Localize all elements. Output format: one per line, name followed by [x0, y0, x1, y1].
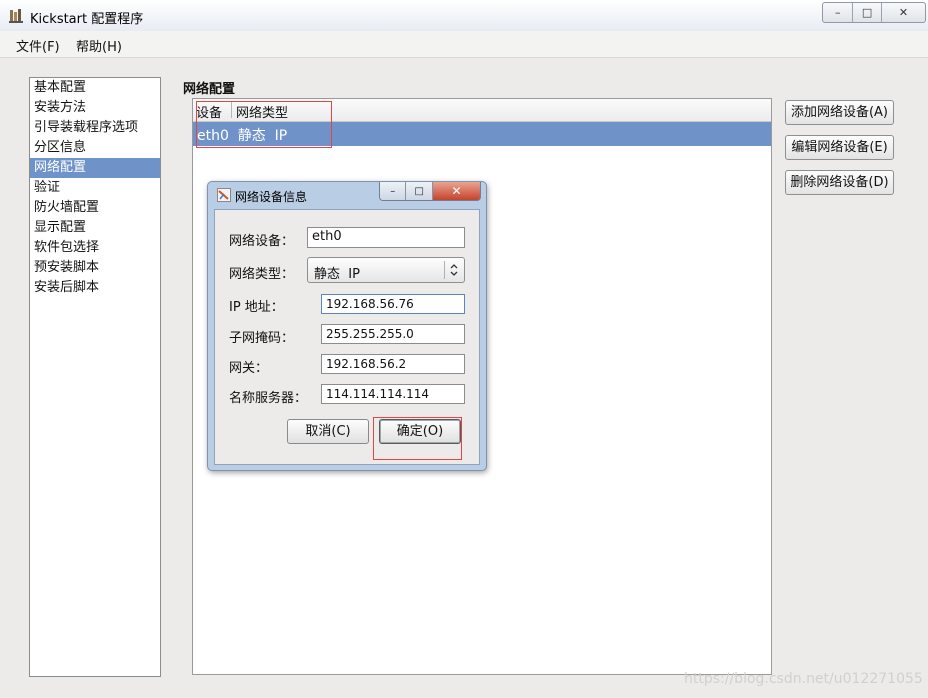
device-field[interactable]: eth0 [307, 227, 465, 248]
nameserver-label: 名称服务器： [229, 391, 308, 406]
sidebar-item-postscript[interactable]: 安装后脚本 [30, 278, 160, 298]
minimize-icon: – [390, 185, 396, 197]
close-icon: ✕ [451, 184, 462, 198]
sidebar-item-firewall[interactable]: 防火墙配置 [30, 198, 160, 218]
dialog-maximize-button[interactable]: □ [406, 182, 433, 200]
annotation-box-ok [373, 417, 462, 460]
ip-address-field[interactable]: 192.168.56.76 [321, 294, 465, 314]
window-title: Kickstart 配置程序 [30, 12, 144, 27]
add-network-device-button[interactable]: 添加网络设备(A) [785, 100, 894, 125]
netmask-field[interactable]: 255.255.255.0 [321, 324, 465, 344]
ip-label: IP 地址： [229, 300, 284, 315]
app-icon [9, 9, 23, 23]
sidebar-item-auth[interactable]: 验证 [30, 178, 160, 198]
sidebar-item-packages[interactable]: 软件包选择 [30, 238, 160, 258]
edit-network-device-button[interactable]: 编辑网络设备(E) [785, 135, 894, 160]
dialog-title: 网络设备信息 [235, 190, 308, 204]
window-controls: – □ ✕ [822, 2, 926, 23]
sidebar-list: 基本配置 安装方法 引导装载程序选项 分区信息 网络配置 验证 防火墙配置 显示… [29, 77, 161, 677]
sidebar-item-basic[interactable]: 基本配置 [30, 78, 160, 98]
maximize-icon: □ [861, 6, 873, 19]
dialog-app-icon [217, 188, 231, 202]
cancel-button[interactable]: 取消(C) [287, 419, 369, 444]
up-down-chevron-icon [450, 264, 458, 276]
maximize-button[interactable]: □ [853, 3, 882, 22]
network-type-select[interactable]: 静态 IP [307, 257, 465, 283]
dialog-titlebar: 网络设备信息 – □ ✕ [208, 182, 486, 208]
sidebar-item-display[interactable]: 显示配置 [30, 218, 160, 238]
network-type-label: 网络类型： [229, 267, 295, 282]
close-icon: ✕ [898, 6, 909, 19]
minimize-button[interactable]: – [823, 3, 854, 22]
annotation-box-table [196, 101, 332, 148]
sidebar-item-bootloader[interactable]: 引导装载程序选项 [30, 118, 160, 138]
sidebar-item-install[interactable]: 安装方法 [30, 98, 160, 118]
gateway-field[interactable]: 192.168.56.2 [321, 354, 465, 374]
network-type-value: 静态 IP [314, 267, 360, 282]
delete-network-device-button[interactable]: 删除网络设备(D) [785, 170, 894, 195]
dialog-close-button[interactable]: ✕ [432, 182, 480, 200]
nameserver-field[interactable]: 114.114.114.114 [321, 384, 465, 404]
menu-file[interactable]: 文件(F) [16, 36, 60, 55]
minimize-icon: – [834, 6, 841, 19]
section-title: 网络配置 [183, 82, 236, 97]
netmask-label: 子网掩码： [229, 331, 295, 346]
menu-help[interactable]: 帮助(H) [76, 36, 122, 55]
watermark: https://blog.csdn.net/u012271055 [684, 671, 923, 687]
close-button[interactable]: ✕ [882, 3, 925, 22]
window-titlebar: Kickstart 配置程序 – □ ✕ [0, 0, 928, 32]
device-label: 网络设备： [229, 234, 295, 249]
sidebar-item-prescript[interactable]: 预安装脚本 [30, 258, 160, 278]
sidebar-item-network[interactable]: 网络配置 [30, 158, 160, 178]
dialog-window-controls: – □ ✕ [379, 182, 481, 201]
maximize-icon: □ [414, 185, 424, 197]
combo-divider [444, 261, 445, 279]
gateway-label: 网关： [229, 361, 269, 376]
menu-bar: 文件(F) 帮助(H) [0, 31, 928, 58]
sidebar-item-partition[interactable]: 分区信息 [30, 138, 160, 158]
dialog-minimize-button[interactable]: – [380, 182, 407, 200]
